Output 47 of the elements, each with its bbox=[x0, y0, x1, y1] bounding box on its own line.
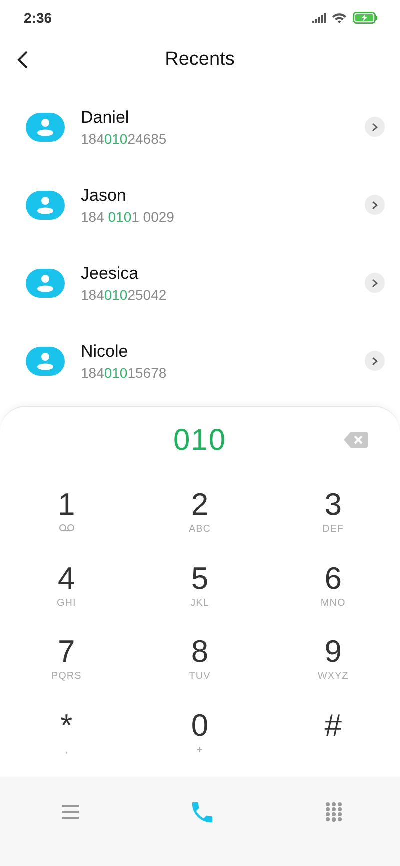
contact-avatar-icon bbox=[26, 346, 65, 376]
dial-key[interactable]: 4 GHI bbox=[0, 556, 134, 630]
battery-charging-icon bbox=[353, 12, 378, 24]
dial-key[interactable]: 9 WXYZ bbox=[266, 630, 400, 704]
dialpad-icon bbox=[325, 802, 343, 822]
dial-key[interactable]: 6 MNO bbox=[266, 556, 400, 630]
voicemail-icon bbox=[58, 524, 75, 532]
dial-key[interactable]: 0 + bbox=[133, 704, 267, 777]
chevron-right-icon bbox=[372, 278, 378, 288]
chevron-right-icon bbox=[372, 356, 378, 366]
contact-name: Nicole bbox=[81, 342, 128, 362]
menu-icon bbox=[62, 805, 78, 819]
phone-number: 184 0101 0029 bbox=[81, 208, 174, 224]
contact-name: Daniel bbox=[81, 108, 130, 128]
recent-call-row[interactable]: Nicole 18401015678 bbox=[0, 322, 400, 400]
dialed-number: 010 bbox=[173, 424, 227, 458]
dial-key[interactable]: * , bbox=[0, 704, 134, 777]
dial-key[interactable]: 5 JKL bbox=[133, 556, 267, 630]
contact-avatar-icon bbox=[26, 112, 65, 142]
contact-avatar-icon bbox=[26, 268, 65, 298]
dial-key[interactable]: 1 bbox=[0, 483, 134, 556]
dial-key[interactable]: 7 PQRS bbox=[0, 630, 134, 704]
backspace-icon bbox=[344, 432, 368, 448]
details-button[interactable] bbox=[365, 351, 385, 371]
recent-call-row[interactable]: Jeesica 18401025042 bbox=[0, 244, 400, 322]
contact-name: Jeesica bbox=[81, 264, 139, 284]
dial-key[interactable]: 3 DEF bbox=[266, 483, 400, 556]
back-icon bbox=[17, 50, 29, 70]
details-button[interactable] bbox=[365, 117, 385, 137]
phone-number: 18401024685 bbox=[81, 130, 167, 146]
phone-number: 18401025042 bbox=[81, 286, 167, 302]
contact-name: Jason bbox=[81, 186, 126, 206]
chevron-right-icon bbox=[372, 122, 378, 132]
phone-number: 18401015678 bbox=[81, 364, 167, 380]
dial-key[interactable]: 8 TUV bbox=[133, 630, 267, 704]
dial-key[interactable]: 2 ABC bbox=[133, 483, 267, 556]
contact-avatar-icon bbox=[26, 190, 65, 220]
recent-call-row[interactable]: Daniel 18401024685 bbox=[0, 88, 400, 166]
wifi-icon bbox=[332, 12, 347, 24]
chevron-right-icon bbox=[372, 200, 378, 210]
details-button[interactable] bbox=[365, 273, 385, 293]
details-button[interactable] bbox=[365, 195, 385, 215]
page-title: Recents bbox=[165, 49, 235, 71]
recent-call-row[interactable]: Jason 184 0101 0029 bbox=[0, 166, 400, 244]
status-time: 2:36 bbox=[24, 10, 52, 26]
signal-icon bbox=[312, 13, 326, 23]
dial-key[interactable]: # bbox=[266, 704, 400, 777]
